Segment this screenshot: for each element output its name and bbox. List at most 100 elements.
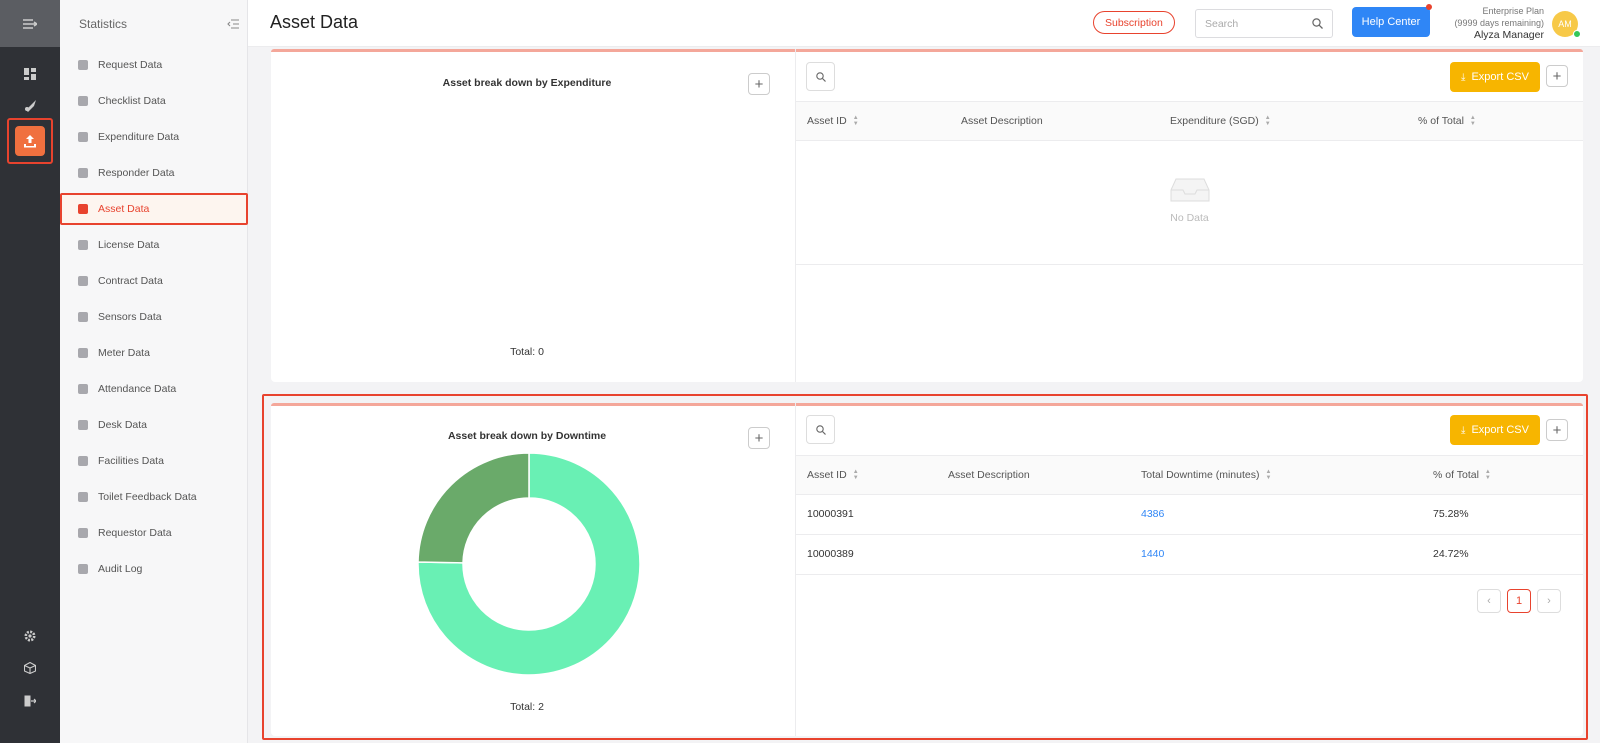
sidebar-item-sensors-data[interactable]: Sensors Data xyxy=(60,301,248,333)
sidebar-item-audit-log[interactable]: Audit Log xyxy=(60,553,248,585)
plan-days: (9999 days remaining) xyxy=(1454,18,1544,28)
sidebar-item-request-data[interactable]: Request Data xyxy=(60,49,248,81)
sidebar-item-facilities-data[interactable]: Facilities Data xyxy=(60,445,248,477)
page-title: Asset Data xyxy=(270,12,359,32)
column-expenditure[interactable]: Expenditure (SGD) ▲ ▼ xyxy=(1170,115,1271,127)
downtime-table-add-button[interactable]: + xyxy=(1546,419,1568,441)
column-label: Asset ID xyxy=(807,115,847,127)
sidebar-item-label: Expenditure Data xyxy=(98,131,180,143)
sidebar-item-label: Checklist Data xyxy=(98,95,166,107)
column-percent-total[interactable]: % of Total ▲ ▼ xyxy=(1418,115,1476,127)
checklist-icon xyxy=(78,96,88,106)
pagination-prev-button[interactable]: ‹ xyxy=(1477,589,1501,613)
column-asset-description: Asset Description xyxy=(948,469,1030,481)
box-icon xyxy=(78,204,88,214)
expenditure-expand-button[interactable]: + xyxy=(748,73,770,95)
chevron-left-icon: ‹ xyxy=(1487,595,1491,607)
icon-rail xyxy=(0,0,60,743)
plus-icon: + xyxy=(1552,67,1562,85)
collapse-menu-icon[interactable] xyxy=(227,18,239,29)
dashboard-nav-button[interactable] xyxy=(0,57,60,91)
sort-icon: ▲ ▼ xyxy=(1265,469,1272,481)
search-icon xyxy=(815,424,826,435)
card-accent-bar xyxy=(271,49,1583,52)
column-asset-description: Asset Description xyxy=(961,115,1043,127)
column-label: Asset ID xyxy=(807,469,847,481)
sidebar-item-contract-data[interactable]: Contract Data xyxy=(60,265,248,297)
document-icon xyxy=(78,276,88,286)
help-center-button[interactable]: Help Center xyxy=(1352,7,1430,37)
downtime-table-search-button[interactable] xyxy=(806,415,835,444)
expenditure-table-body: No Data xyxy=(796,141,1583,265)
expenditure-card: Asset break down by Expenditure + Total:… xyxy=(271,49,1583,382)
side-menu-title: Statistics xyxy=(79,16,128,31)
sidebar-item-license-data[interactable]: License Data xyxy=(60,229,248,261)
collapse-rail-button[interactable] xyxy=(0,0,60,47)
statistics-nav-button[interactable] xyxy=(15,126,45,156)
cell-percent: 75.28% xyxy=(1433,508,1469,520)
export-label: Export CSV xyxy=(1471,424,1529,436)
sidebar-item-expenditure-data[interactable]: Expenditure Data xyxy=(60,121,248,153)
user-name[interactable]: Alyza Manager xyxy=(1454,29,1544,41)
column-label: Total Downtime (minutes) xyxy=(1141,469,1260,481)
downtime-export-csv-button[interactable]: ⤓ Export CSV xyxy=(1450,415,1540,445)
log-icon xyxy=(78,564,88,574)
empty-inbox-icon xyxy=(1170,178,1209,202)
downtime-expand-button[interactable]: + xyxy=(748,427,770,449)
empty-state: No Data xyxy=(796,175,1583,224)
column-percent-total[interactable]: % of Total ▲ ▼ xyxy=(1433,469,1491,481)
export-label: Export CSV xyxy=(1471,71,1529,83)
column-asset-id[interactable]: Asset ID ▲ ▼ xyxy=(807,115,859,127)
pagination-next-button[interactable]: › xyxy=(1537,589,1561,613)
sidebar-item-label: Meter Data xyxy=(98,347,150,359)
column-asset-id[interactable]: Asset ID ▲ ▼ xyxy=(807,469,859,481)
cell-downtime-link[interactable]: 1440 xyxy=(1141,548,1164,560)
sidebar-item-checklist-data[interactable]: Checklist Data xyxy=(60,85,248,117)
sidebar-item-label: License Data xyxy=(98,239,160,251)
list-icon xyxy=(78,492,88,502)
download-icon: ⤓ xyxy=(1461,71,1466,83)
sidebar-item-meter-data[interactable]: Meter Data xyxy=(60,337,248,369)
sidebar-item-responder-data[interactable]: Responder Data xyxy=(60,157,248,189)
column-label: % of Total xyxy=(1418,115,1464,127)
check-square-icon xyxy=(78,384,88,394)
desk-icon xyxy=(78,420,88,430)
sidebar-item-attendance-data[interactable]: Attendance Data xyxy=(60,373,248,405)
sidebar-item-toilet-feedback-data[interactable]: Toilet Feedback Data xyxy=(60,481,248,513)
logout-nav-button[interactable] xyxy=(0,684,60,718)
sidebar-item-desk-data[interactable]: Desk Data xyxy=(60,409,248,441)
logout-icon xyxy=(24,695,36,707)
pagination-page-button[interactable]: 1 xyxy=(1507,589,1531,613)
column-total-downtime[interactable]: Total Downtime (minutes) ▲ ▼ xyxy=(1141,469,1271,481)
cube-icon xyxy=(24,662,36,674)
subscription-button[interactable]: Subscription xyxy=(1093,11,1175,34)
cell-percent: 24.72% xyxy=(1433,548,1469,560)
statistics-side-menu: Statistics Request Data Checklist Data Exp… xyxy=(60,0,248,743)
rss-icon xyxy=(78,312,88,322)
plus-icon: + xyxy=(1552,421,1562,439)
search-input[interactable]: Search xyxy=(1195,9,1333,38)
downtime-table-header: Asset ID ▲ ▼ Asset Description Total Downt… xyxy=(796,455,1583,495)
expenditure-table-search-button[interactable] xyxy=(806,62,835,91)
downtime-donut-chart xyxy=(417,452,641,676)
sort-icon: ▲ ▼ xyxy=(852,469,859,481)
donut-slice-10000389[interactable] xyxy=(417,452,530,564)
expenditure-export-csv-button[interactable]: ⤓ Export CSV xyxy=(1450,62,1540,92)
sidebar-item-label: Attendance Data xyxy=(98,383,177,395)
search-icon xyxy=(1312,18,1323,29)
sidebar-item-asset-data[interactable]: Asset Data xyxy=(60,193,248,225)
sidebar-item-label: Asset Data xyxy=(98,203,150,215)
expenditure-table-add-button[interactable]: + xyxy=(1546,65,1568,87)
sidebar-item-label: Contract Data xyxy=(98,275,163,287)
sort-icon: ▲ ▼ xyxy=(1264,115,1271,127)
column-label: % of Total xyxy=(1433,469,1479,481)
sidebar-item-label: Request Data xyxy=(98,59,163,71)
top-header: Asset Data Subscription Search Help Cent… xyxy=(248,0,1600,47)
settings-nav-button[interactable] xyxy=(0,619,60,653)
cell-downtime-link[interactable]: 4386 xyxy=(1141,508,1164,520)
sidebar-item-label: Audit Log xyxy=(98,563,143,575)
smile-icon xyxy=(78,528,88,538)
package-nav-button[interactable] xyxy=(0,651,60,685)
sidebar-item-requestor-data[interactable]: Requestor Data xyxy=(60,517,248,549)
downtime-total: Total: 2 xyxy=(510,701,544,713)
